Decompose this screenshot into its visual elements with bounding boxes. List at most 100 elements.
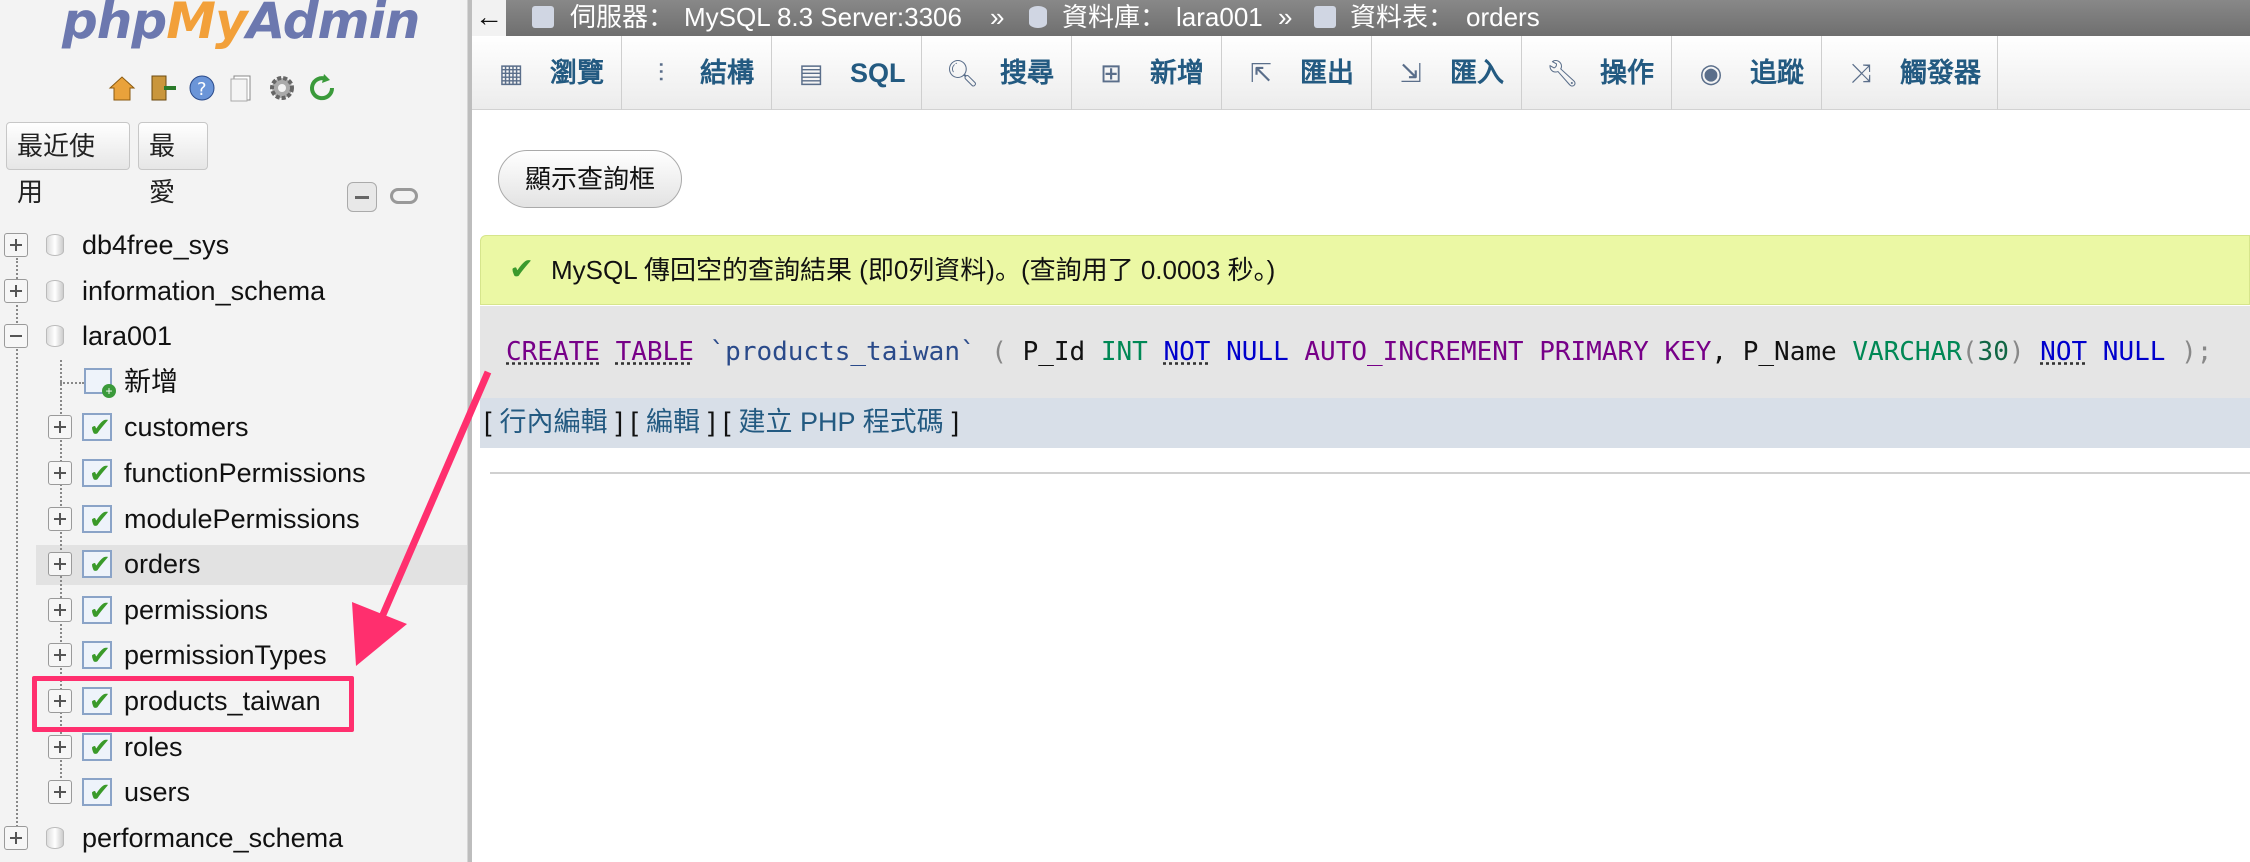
show-query-box-button[interactable]: 顯示查詢框: [498, 150, 682, 208]
breadcrumb-server-link[interactable]: MySQL 8.3 Server:3306: [684, 0, 962, 34]
tree-item-label[interactable]: modulePermissions: [124, 499, 360, 539]
sql-column: P_Name: [1742, 337, 1837, 367]
tab-export[interactable]: ⇱ 匯出: [1222, 36, 1372, 110]
tree-database-item[interactable]: db4free_sys: [0, 225, 467, 265]
sql-keyword[interactable]: TABLE: [616, 337, 694, 367]
tab-browse[interactable]: ▦ 瀏覽: [472, 36, 622, 110]
sql-type: INT: [1100, 337, 1148, 367]
nav-icon-bar: ?: [106, 72, 338, 104]
tab-label: 搜尋: [1000, 58, 1054, 88]
tree-table-item[interactable]: permissionTypes: [0, 635, 467, 675]
home-icon[interactable]: [106, 72, 138, 104]
tree-item-label[interactable]: functionPermissions: [124, 453, 366, 493]
tree-item-label[interactable]: users: [124, 772, 190, 812]
trigger-icon: ⤨: [1850, 58, 1872, 88]
tree-database-item[interactable]: information_schema: [0, 271, 467, 311]
expand-icon[interactable]: [48, 780, 72, 804]
sql-punct: (: [1961, 337, 1978, 367]
phpmyadmin-logo[interactable]: phpMyAdmin: [62, 0, 420, 50]
recent-tables-button[interactable]: 最近使用: [6, 122, 130, 207]
database-icon: [46, 280, 64, 302]
tree-table-item[interactable]: users: [0, 772, 467, 812]
expand-icon[interactable]: [48, 643, 72, 667]
sql-punct: (: [991, 337, 1007, 367]
tree-item-label[interactable]: customers: [124, 407, 249, 447]
tree-database-item[interactable]: performance_schema: [0, 818, 467, 858]
breadcrumb-table-link[interactable]: orders: [1466, 0, 1540, 34]
tab-label: SQL: [850, 58, 906, 88]
reload-icon[interactable]: [306, 72, 338, 104]
tab-eye[interactable]: ◉ 追蹤: [1672, 36, 1822, 110]
search-icon: 🔍︎: [946, 58, 980, 88]
tree-item-label[interactable]: permissions: [124, 590, 268, 630]
sql-punct: );: [2181, 337, 2213, 367]
expand-icon[interactable]: [4, 279, 28, 303]
sql-keyword[interactable]: NOT: [1164, 337, 1211, 367]
tree-table-item[interactable]: permissions: [0, 590, 467, 630]
tree-item-label[interactable]: performance_schema: [82, 818, 343, 858]
tab-import[interactable]: ⇲ 匯入: [1372, 36, 1522, 110]
expand-icon[interactable]: [48, 415, 72, 439]
database-icon: [46, 234, 64, 256]
svg-text:?: ?: [197, 79, 207, 100]
expand-icon[interactable]: [4, 826, 28, 850]
breadcrumb-db-link[interactable]: lara001: [1176, 0, 1263, 34]
tree-table-item[interactable]: roles: [0, 727, 467, 767]
tree-table-item[interactable]: functionPermissions: [0, 453, 467, 493]
expand-icon[interactable]: [4, 233, 28, 257]
help-icon[interactable]: ?: [186, 72, 218, 104]
table-icon: [82, 453, 112, 493]
eye-icon: ◉: [1699, 58, 1723, 88]
expand-icon[interactable]: [48, 461, 72, 485]
sql-keyword[interactable]: NOT: [2040, 337, 2087, 367]
tree-item-label[interactable]: 新增: [124, 362, 178, 402]
inline-edit-link[interactable]: 行內編輯: [500, 407, 608, 437]
tree-table-item[interactable]: customers: [0, 407, 467, 447]
tab-label: 匯入: [1450, 58, 1504, 88]
tab-structure[interactable]: ⫶ 結構: [622, 36, 772, 110]
tree-table-item[interactable]: modulePermissions: [0, 499, 467, 539]
favorite-tables-button[interactable]: 最愛: [138, 122, 208, 207]
logout-icon[interactable]: [146, 72, 178, 104]
tree-item-label[interactable]: roles: [124, 727, 183, 767]
docs-icon[interactable]: [226, 72, 258, 104]
sql-keyword: NULL: [1226, 337, 1289, 367]
divider: [490, 472, 2250, 474]
panel-splitter[interactable]: [468, 0, 472, 862]
tree-item-label[interactable]: orders: [124, 544, 201, 584]
insert-icon: ⊞: [1100, 58, 1122, 88]
create-php-code-link[interactable]: 建立 PHP 程式碼: [739, 407, 944, 437]
collapse-icon[interactable]: [4, 324, 28, 348]
tab-search[interactable]: 🔍︎ 搜尋: [922, 36, 1072, 110]
tab-wrench[interactable]: 🔧︎ 操作: [1522, 36, 1672, 110]
expand-icon[interactable]: [48, 735, 72, 759]
expand-icon[interactable]: [48, 598, 72, 622]
tree-item-label[interactable]: lara001: [82, 316, 172, 356]
tab-insert[interactable]: ⊞ 新增: [1072, 36, 1222, 110]
link-with-main-icon[interactable]: [390, 188, 418, 204]
tree-item-label[interactable]: information_schema: [82, 271, 325, 311]
tree-item-label[interactable]: permissionTypes: [124, 635, 327, 675]
sql-keyword: NULL: [2102, 337, 2166, 367]
sql-keyword: PRIMARY: [1539, 337, 1649, 367]
sql-table-name: `products_taiwan`: [709, 337, 976, 367]
tab-sql[interactable]: ▤ SQL: [772, 36, 922, 110]
tree-new-table-item[interactable]: + 新增: [0, 362, 467, 402]
tab-label: 觸發器: [1900, 58, 1981, 88]
collapse-all-button[interactable]: [347, 182, 377, 212]
navigation-panel: phpMyAdmin ? 最近使用 最愛 db4free_sys informat…: [0, 0, 468, 862]
sql-keyword: AUTO_INCREMENT: [1304, 337, 1524, 367]
tree-database-item[interactable]: lara001: [0, 316, 467, 356]
export-icon: ⇱: [1250, 58, 1272, 88]
sql-column: P_Id: [1022, 337, 1086, 367]
expand-icon[interactable]: [48, 552, 72, 576]
settings-gear-icon[interactable]: [266, 72, 298, 104]
back-arrow-icon[interactable]: ←: [472, 0, 506, 36]
sql-keyword[interactable]: CREATE: [506, 337, 600, 367]
tree-table-item[interactable]: orders: [0, 544, 467, 584]
edit-link[interactable]: 編輯: [646, 407, 700, 437]
tree-item-label[interactable]: db4free_sys: [82, 225, 229, 265]
tab-trigger[interactable]: ⤨ 觸發器: [1822, 36, 1998, 110]
structure-icon: ⫶: [657, 58, 665, 88]
expand-icon[interactable]: [48, 507, 72, 531]
